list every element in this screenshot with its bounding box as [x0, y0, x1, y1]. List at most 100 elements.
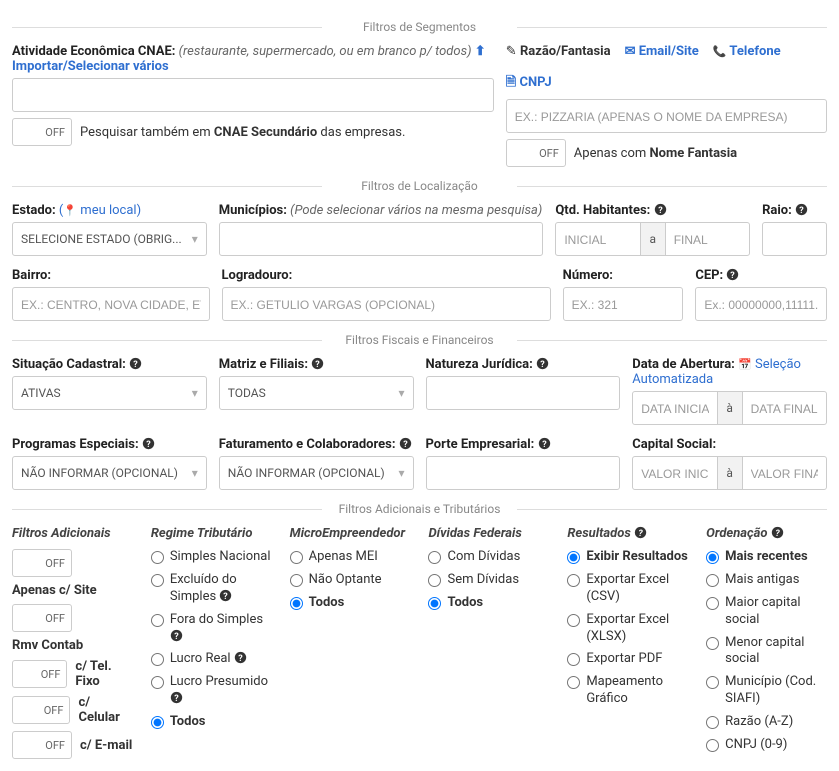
link-cnpj[interactable]: CNPJ — [506, 73, 552, 95]
regime-header: Regime Tributário — [151, 526, 272, 541]
ordenacao-opt-2[interactable]: Maior capital social — [706, 595, 827, 629]
regime-opt-4[interactable]: Lucro Presumido ? — [151, 674, 272, 708]
ordenacao-opt-4[interactable]: Município (Cod. SIAFI) — [706, 674, 827, 708]
regime-opt-0[interactable]: Simples Nacional — [151, 549, 272, 566]
email-toggle[interactable]: OFF — [12, 731, 72, 759]
mei-opt-1[interactable]: Não Optante — [290, 572, 411, 589]
help-icon[interactable]: ? — [726, 268, 739, 281]
porte-label: Porte Empresarial: ? — [426, 437, 621, 452]
cep-label: CEP: ? — [695, 268, 827, 283]
apenas-site-label: Apenas c/ Site — [12, 583, 133, 598]
section-localizacao-title: Filtros de Localização — [12, 179, 827, 193]
help-icon[interactable]: ? — [795, 203, 808, 216]
help-icon[interactable]: ? — [170, 629, 183, 642]
razao-input[interactable] — [506, 99, 827, 133]
regime-opt-2[interactable]: Fora do Simples ? — [151, 612, 272, 646]
ordenacao-opt-1[interactable]: Mais antigas — [706, 572, 827, 589]
razao-fantasia-toggle[interactable]: OFF — [506, 139, 566, 167]
ordenacao-opt-0[interactable]: Mais recentes — [706, 549, 827, 566]
ordenacao-opt-3[interactable]: Menor capital social — [706, 635, 827, 669]
help-icon[interactable]: ? — [654, 203, 667, 216]
help-icon[interactable]: ? — [219, 589, 232, 602]
numero-input[interactable] — [563, 287, 684, 321]
adicionais-toggle-1[interactable]: OFF — [12, 549, 72, 577]
help-icon[interactable]: ? — [142, 437, 155, 450]
help-icon[interactable]: ? — [234, 651, 247, 664]
municipios-label: Municípios: (Pode selecionar vários na m… — [219, 203, 544, 218]
help-icon[interactable]: ? — [538, 437, 551, 450]
abertura-inicial[interactable] — [632, 391, 717, 425]
dividas-opt-2[interactable]: Todos — [428, 595, 549, 612]
section-segmentos-title: Filtros de Segmentos — [12, 20, 827, 34]
logradouro-label: Logradouro: — [222, 268, 551, 283]
celular-toggle[interactable]: OFF — [12, 696, 70, 724]
svg-text:?: ? — [403, 440, 408, 450]
porte-input[interactable] — [426, 456, 621, 490]
section-fiscais-title: Filtros Fiscais e Financeiros — [12, 333, 827, 347]
situacao-label: Situação Cadastral: ? — [12, 357, 207, 372]
cnae-secondary-toggle[interactable]: OFF — [12, 118, 72, 146]
mei-opt-2[interactable]: Todos — [290, 595, 411, 612]
cnae-input[interactable] — [12, 78, 494, 112]
help-icon[interactable]: ? — [170, 691, 183, 704]
help-icon[interactable]: ? — [536, 357, 549, 370]
regime-opt-1[interactable]: Excluído do Simples ? — [151, 572, 272, 606]
help-icon[interactable]: ? — [634, 526, 647, 539]
resultados-radios: Exibir Resultados Exportar Excel (CSV) E… — [567, 549, 688, 708]
resultados-opt-1[interactable]: Exportar Excel (CSV) — [567, 572, 688, 606]
faturamento-select[interactable]: NÃO INFORMAR (OPCIONAL) — [219, 456, 414, 490]
mei-opt-0[interactable]: Apenas MEI — [290, 549, 411, 566]
municipios-input[interactable] — [219, 222, 544, 256]
svg-text:?: ? — [133, 360, 138, 370]
pen-icon — [506, 44, 517, 59]
cnae-label: Atividade Econômica CNAE: (restaurante, … — [12, 44, 494, 74]
capital-final[interactable] — [742, 456, 827, 490]
resultados-opt-2[interactable]: Exportar Excel (XLSX) — [567, 612, 688, 646]
resultados-opt-0[interactable]: Exibir Resultados — [567, 549, 688, 566]
help-icon[interactable]: ? — [311, 357, 324, 370]
regime-opt-3[interactable]: Lucro Real ? — [151, 651, 272, 668]
natureza-label: Natureza Jurídica: ? — [426, 357, 621, 372]
help-icon[interactable]: ? — [399, 437, 412, 450]
link-email[interactable]: Email/Site — [625, 44, 699, 59]
section-adicionais-title: Filtros Adicionais e Tributários — [12, 502, 827, 516]
abertura-final[interactable] — [742, 391, 827, 425]
dividas-opt-0[interactable]: Com Dívidas — [428, 549, 549, 566]
apenas-site-toggle[interactable]: OFF — [12, 604, 72, 632]
adicionais-header: Filtros Adicionais — [12, 526, 133, 541]
svg-text:?: ? — [658, 206, 663, 216]
resultados-opt-4[interactable]: Mapeamento Gráfico — [567, 674, 688, 708]
ordenacao-opt-5[interactable]: Razão (A-Z) — [706, 714, 827, 731]
bairro-label: Bairro: — [12, 268, 210, 283]
svg-text:?: ? — [238, 654, 243, 664]
natureza-input[interactable] — [426, 376, 621, 410]
dividas-opt-1[interactable]: Sem Dívidas — [428, 572, 549, 589]
raio-label: Raio: ? — [762, 203, 827, 218]
meu-local-link[interactable]: meu local — [80, 203, 136, 218]
programas-label: Programas Especiais: ? — [12, 437, 207, 452]
capital-inicial[interactable] — [632, 456, 717, 490]
svg-text:?: ? — [224, 592, 229, 602]
logradouro-input[interactable] — [222, 287, 551, 321]
matriz-select[interactable]: TODAS — [219, 376, 414, 410]
link-telefone[interactable]: Telefone — [713, 44, 781, 59]
programas-select[interactable]: NÃO INFORMAR (OPCIONAL) — [12, 456, 207, 490]
situacao-select[interactable]: ATIVAS — [12, 376, 207, 410]
tel-fixo-toggle[interactable]: OFF — [12, 660, 67, 688]
habitantes-final[interactable] — [665, 222, 750, 256]
ordenacao-opt-6[interactable]: CNPJ (0-9) — [706, 737, 827, 754]
pin-icon — [63, 203, 77, 218]
habitantes-inicial[interactable] — [555, 222, 640, 256]
resultados-header: Resultados ? — [567, 526, 688, 541]
help-icon[interactable]: ? — [129, 357, 142, 370]
svg-text:?: ? — [174, 694, 179, 704]
regime-opt-5[interactable]: Todos — [151, 714, 272, 731]
help-icon[interactable]: ? — [771, 526, 784, 539]
ordenacao-header: Ordenação ? — [706, 526, 827, 541]
resultados-opt-3[interactable]: Exportar PDF — [567, 651, 688, 668]
bairro-input[interactable] — [12, 287, 210, 321]
raio-input[interactable] — [762, 222, 827, 256]
cep-input[interactable] — [695, 287, 827, 321]
estado-select[interactable]: SELECIONE ESTADO (OBRIG... — [12, 222, 207, 256]
link-razao[interactable]: Razão/Fantasia — [506, 44, 611, 59]
